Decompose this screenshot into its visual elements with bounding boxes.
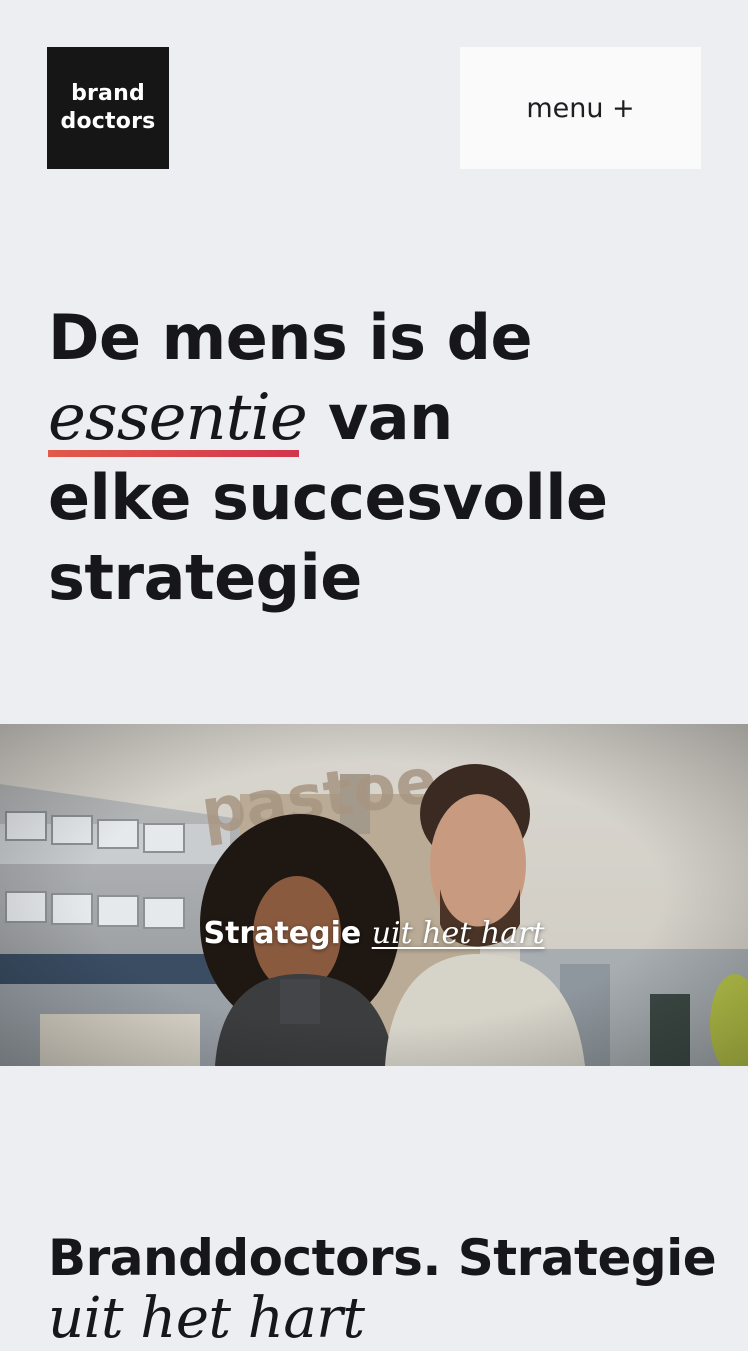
hero-line-4: strategie <box>48 541 362 614</box>
hero-line-1: De mens is de <box>48 301 533 374</box>
section-heading-bold: Branddoctors. Strategie <box>48 1229 717 1287</box>
hero-line-2: essentie van <box>48 378 708 458</box>
site-header: brand doctors menu + <box>0 0 748 200</box>
banner-caption-bold: Strategie <box>203 916 362 951</box>
hero-line-3: elke succesvolle <box>48 461 608 534</box>
hero-line-2-rest: van <box>327 381 453 454</box>
brand-logo[interactable]: brand doctors <box>47 47 169 169</box>
logo-text-brand: brand <box>71 81 145 106</box>
video-banner[interactable]: pastoe <box>0 724 748 1066</box>
logo-text-doctors: doctors <box>60 109 156 134</box>
banner-caption-link[interactable]: uit het hart <box>372 916 545 951</box>
section-heading: Branddoctors. Strategie uit het hart <box>48 1228 728 1350</box>
hero-heading: De mens is de essentie van elke succesvo… <box>48 298 708 618</box>
menu-button[interactable]: menu + <box>460 47 701 169</box>
highlight-underline <box>48 450 299 457</box>
hero-highlight-word: essentie <box>48 381 308 455</box>
banner-caption[interactable]: Strategie uit het hart <box>0 910 748 958</box>
section-heading-italic: uit het hart <box>48 1286 365 1351</box>
banner-photo: pastoe <box>0 724 748 1066</box>
